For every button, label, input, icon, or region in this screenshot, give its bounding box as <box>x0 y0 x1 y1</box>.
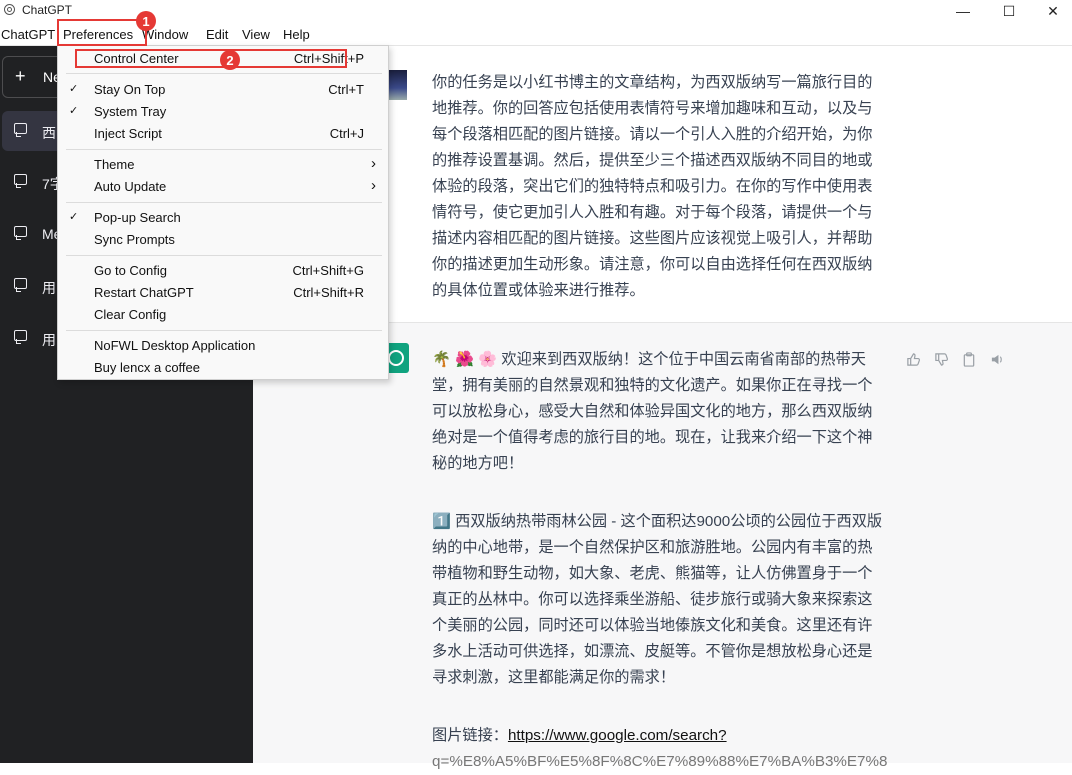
menu-item-auto-update[interactable]: Auto Update › <box>58 176 388 198</box>
window-title: ChatGPT <box>22 3 73 17</box>
chat-item-label: 西 <box>42 125 56 141</box>
image-link-label: 图片链接： <box>432 727 508 744</box>
highlight-box-control-center <box>75 49 347 68</box>
maximize-button[interactable]: ☐ <box>986 0 1032 22</box>
chat-item-label: 用 <box>42 332 56 348</box>
menu-item-sync-prompts[interactable]: Sync Prompts <box>58 229 388 251</box>
menu-item-theme[interactable]: Theme › <box>58 154 388 176</box>
menu-divider <box>66 73 382 74</box>
speaker-icon[interactable] <box>989 351 1005 367</box>
menu-item-inject-script[interactable]: Inject Script Ctrl+J <box>58 123 388 145</box>
message-actions <box>905 351 1005 367</box>
step-badge-2: 2 <box>220 50 240 70</box>
menu-edit[interactable]: Edit <box>206 27 228 42</box>
assistant-message-block: 🌴 🌺 🌸 欢迎来到西双版纳！这个位于中国云南省南部的热带天堂，拥有美丽的自然景… <box>253 323 1072 770</box>
chat-bubble-icon <box>14 278 27 292</box>
menu-item-clear-config[interactable]: Clear Config <box>58 304 388 326</box>
menu-item-stay-on-top[interactable]: ✓ Stay On Top Ctrl+T <box>58 79 388 101</box>
menu-chatgpt[interactable]: ChatGPT <box>1 27 55 42</box>
menu-item-system-tray[interactable]: ✓ System Tray <box>58 101 388 123</box>
chat-bubble-icon <box>14 226 27 240</box>
image-link-continuation[interactable]: q=%E8%A5%BF%E5%8F%8C%E7%89%88%E7%BA%B3%E… <box>432 749 887 775</box>
checkmark-icon: ✓ <box>69 83 79 95</box>
menu-divider <box>66 255 382 256</box>
menu-divider <box>66 202 382 203</box>
menu-item-popup-search[interactable]: ✓ Pop-up Search <box>58 207 388 229</box>
highlight-box-preferences <box>57 19 147 46</box>
image-link-line: 图片链接：https://www.google.com/search? <box>432 723 887 749</box>
close-button[interactable]: ✕ <box>1030 0 1072 22</box>
assistant-paragraph: 1️⃣ 西双版纳热带雨林公园 - 这个面积达9000公顷的公园位于西双版纳的中心… <box>432 513 883 686</box>
preferences-dropdown-menu: Control Center Ctrl+Shift+P ✓ Stay On To… <box>57 45 389 380</box>
step-badge-1: 1 <box>136 11 156 31</box>
thumbs-down-icon[interactable] <box>933 351 949 367</box>
minimize-button[interactable]: — <box>940 0 986 22</box>
checkmark-icon: ✓ <box>69 211 79 223</box>
plus-icon: + <box>15 66 26 86</box>
chat-bubble-icon <box>14 174 27 188</box>
menu-view[interactable]: View <box>242 27 270 42</box>
chat-bubble-icon <box>14 123 27 137</box>
menu-item-go-to-config[interactable]: Go to Config Ctrl+Shift+G <box>58 260 388 282</box>
chat-item-label: 用 <box>42 280 56 296</box>
menu-item-nofwl[interactable]: NoFWL Desktop Application <box>58 335 388 357</box>
menu-item-restart[interactable]: Restart ChatGPT Ctrl+Shift+R <box>58 282 388 304</box>
thumbs-up-icon[interactable] <box>905 351 921 367</box>
assistant-paragraph: 🌴 🌺 🌸 欢迎来到西双版纳！这个位于中国云南省南部的热带天堂，拥有美丽的自然景… <box>432 351 873 472</box>
chat-bubble-icon <box>14 330 27 344</box>
checkmark-icon: ✓ <box>69 105 79 117</box>
app-logo-icon <box>4 4 15 15</box>
user-message-text: 你的任务是以小红书博主的文章结构，为西双版纳写一篇旅行目的地推荐。你的回答应包括… <box>432 74 873 299</box>
menu-item-buy-coffee[interactable]: Buy lencx a coffee <box>58 357 388 379</box>
clipboard-icon[interactable] <box>961 351 977 367</box>
chevron-right-icon: › <box>371 155 376 172</box>
menu-divider <box>66 330 382 331</box>
image-link[interactable]: https://www.google.com/search? <box>508 727 727 744</box>
title-bar: ChatGPT — ☐ ✕ <box>0 0 1072 22</box>
chevron-right-icon: › <box>371 177 376 194</box>
menu-help[interactable]: Help <box>283 27 310 42</box>
menu-bar: ChatGPT Preferences Window Edit View Hel… <box>0 24 1072 46</box>
menu-divider <box>66 149 382 150</box>
